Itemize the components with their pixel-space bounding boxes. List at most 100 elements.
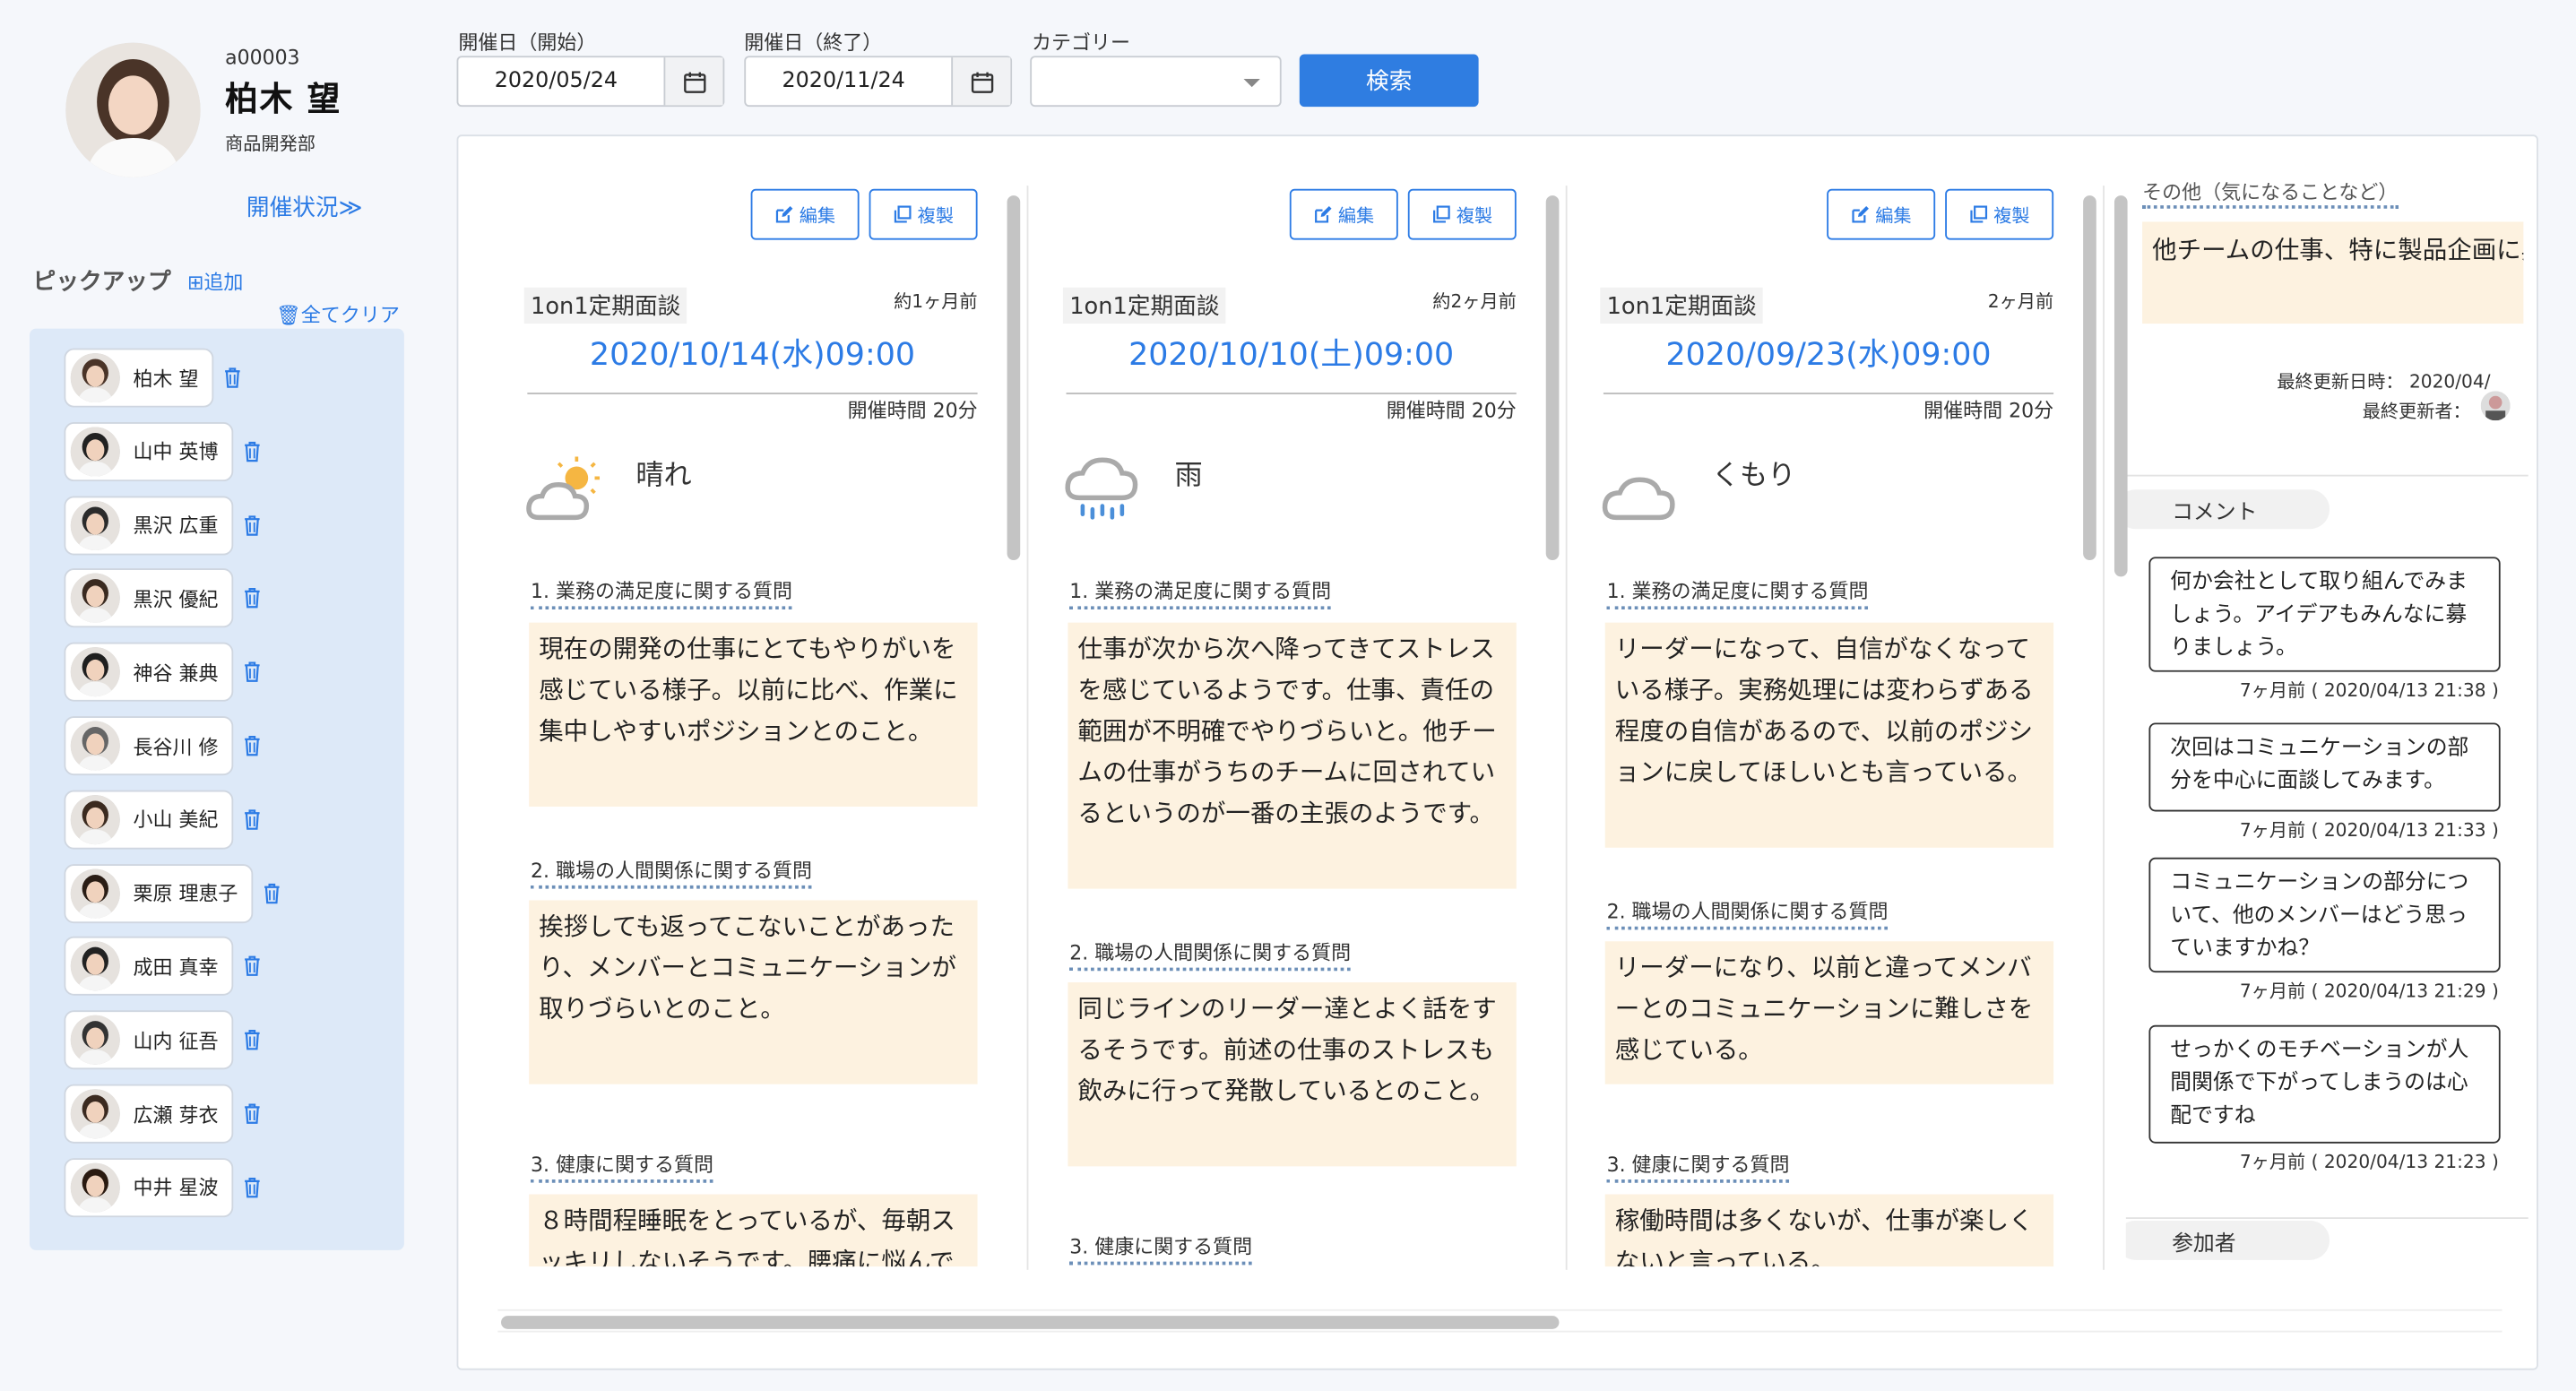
calendar-icon[interactable] [663,57,723,106]
weather-label: 晴れ [635,460,692,493]
edit-button[interactable]: 編集 [1289,188,1398,240]
card-scrollbar[interactable] [1007,195,1021,561]
pickup-member-row: 栗原 理恵子 [64,863,282,923]
column-divider [1026,186,1029,1270]
pickup-member-row: 中井 星波 [64,1157,263,1217]
edit-button-label: 編集 [799,204,836,227]
meeting-duration: 開催時間 20分 [1386,399,1517,423]
start-date-label: 開催日（開始） [458,30,597,55]
avatar [70,721,120,771]
pickup-member[interactable]: 山内 征吾 [64,1010,233,1070]
rain-icon [1063,452,1145,527]
pickup-member[interactable]: 黒沢 広重 [64,495,233,555]
meeting-card: 編集 複製 1on1定期面談 約2ヶ月前 2020/10/10(土)09:00 開催時間 … [1057,136,1595,1266]
question-label: 1. 業務の満足度に関する質問 [531,576,792,610]
pickup-member-row: 黒沢 優紀 [64,568,263,628]
question-label: 2. 職場の人間関係に関する質問 [1606,897,1889,930]
pickup-member-row: 神谷 兼典 [64,643,262,702]
pickup-member-name: 成田 真幸 [133,955,219,980]
pickup-member[interactable]: 山中 英博 [64,421,233,481]
trash-icon[interactable] [241,587,263,610]
edit-button[interactable]: 編集 [1827,188,1936,240]
updated-at: 最終更新日時： 2020/04/ [2277,368,2490,394]
avatar [70,574,120,624]
pickup-member-name: 中井 星波 [133,1176,219,1200]
employee-dept: 商品開発部 [225,133,316,155]
avatar [70,500,120,550]
category-label: カテゴリー [1032,30,1131,55]
trash-icon[interactable] [241,440,263,463]
copy-icon [1432,205,1449,223]
pickup-member[interactable]: 栗原 理恵子 [64,863,253,923]
detail-column: その他（気になることなど） 他チームの仕事、特に製品企画に興味あり。 最終更新日… [2125,136,2528,1266]
copy-button[interactable]: 複製 [1407,188,1517,240]
meeting-date[interactable]: 2020/09/23(水)09:00 [1604,330,2053,374]
trash-icon[interactable] [241,661,263,684]
divider [2125,1217,2528,1220]
edit-button-label: 編集 [1337,204,1375,227]
pickup-member[interactable]: 柏木 望 [64,348,213,408]
pickup-panel: 柏木 望山中 英博黒沢 広重黒沢 優紀神谷 兼典長谷川 修小山 美紀栗原 理恵子… [29,328,404,1250]
trash-icon[interactable] [241,1029,263,1052]
copy-button-label: 複製 [1456,204,1493,227]
pickup-member[interactable]: 小山 美紀 [64,790,233,850]
start-date-input[interactable]: 2020/05/24 [458,57,663,105]
updated-at-value: 2020/04/ [2408,371,2491,393]
end-date-input[interactable]: 2020/11/24 [746,57,951,105]
copy-button[interactable]: 複製 [1945,188,2054,240]
trash-icon[interactable] [241,734,263,757]
pickup-clear-label: 全てクリア [300,304,400,327]
card-scrollbar[interactable] [2083,195,2096,561]
pickup-member[interactable]: 広瀬 芽衣 [64,1084,233,1144]
pickup-add-button[interactable]: ⊞追加 [187,268,243,296]
pickup-member-name: 栗原 理恵子 [133,882,238,906]
copy-button[interactable]: 複製 [869,188,978,240]
pickup-member[interactable]: 黒沢 優紀 [64,568,233,628]
end-date-label: 開催日（終了） [744,30,883,55]
meeting-board: その他（気になることなど） 他チームの仕事、特に製品企画に興味あり。 最終更新日… [456,134,2538,1370]
card-scrollbar[interactable] [1545,195,1560,561]
comment-bubble: コミュニケーションの部分について、他のメンバーはどう思っていますかね？ [2148,857,2501,973]
pickup-member[interactable]: 長谷川 修 [64,716,233,776]
calendar-icon[interactable] [951,57,1011,106]
status-link[interactable]: 開催状況≫ [246,191,363,224]
trash-icon[interactable] [241,1102,263,1126]
divider [2125,474,2528,477]
pickup-member[interactable]: 中井 星波 [64,1157,233,1217]
pickup-member-name: 山内 征吾 [133,1029,219,1053]
end-date-field[interactable]: 2020/11/24 [744,56,1013,108]
trash-icon[interactable] [241,808,263,831]
start-date-field[interactable]: 2020/05/24 [456,56,725,108]
trash-icon[interactable] [261,882,282,905]
answer-text: 挨拶しても返ってこないことがあったり、メンバーとコミュニケーションが取りづらいと… [529,900,978,1084]
pickup-member-row: 長谷川 修 [64,716,263,776]
meeting-date[interactable]: 2020/10/10(土)09:00 [1067,330,1517,374]
meeting-date[interactable]: 2020/10/14(水)09:00 [527,330,977,374]
pickup-member[interactable]: 神谷 兼典 [64,643,233,702]
comment-time: 7ヶ月前 ( 2020/04/13 21:23 ) [2239,1151,2499,1173]
pickup-member-row: 山中 英博 [64,421,263,481]
trash-icon[interactable] [221,367,243,390]
horizontal-scrollbar[interactable] [501,1316,1560,1329]
updated-at-label: 最終更新日時： [2277,371,2404,393]
trash-icon[interactable] [241,514,263,537]
comment-time: 7ヶ月前 ( 2020/04/13 21:29 ) [2239,981,2499,1003]
avatar [70,794,120,844]
pickup-member-name: 山中 英博 [133,440,219,464]
weather-label: 雨 [1174,460,1203,493]
category-select[interactable] [1030,56,1282,108]
pickup-member-row: 小山 美紀 [64,790,263,850]
pickup-clear-button[interactable]: 🗑全てクリア [276,300,400,328]
other-question-label: その他（気になることなど） [2142,177,2399,209]
search-button[interactable]: 検索 [1299,54,1479,108]
cloud-icon [1600,452,1682,527]
question-label: 3. 健康に関する質問 [1606,1150,1790,1183]
comment-bubble: せっかくのモチベーションが人間関係で下がってしまうのは心配ですね [2148,1024,2501,1144]
edit-button[interactable]: 編集 [750,188,860,240]
question-label: 2. 職場の人間関係に関する質問 [531,856,812,889]
comment-time: 7ヶ月前 ( 2020/04/13 21:33 ) [2239,819,2499,842]
trash-icon[interactable] [241,1176,263,1199]
question-label: 2. 職場の人間関係に関する質問 [1069,938,1352,972]
pickup-member[interactable]: 成田 真幸 [64,937,233,997]
trash-icon[interactable] [241,955,263,979]
